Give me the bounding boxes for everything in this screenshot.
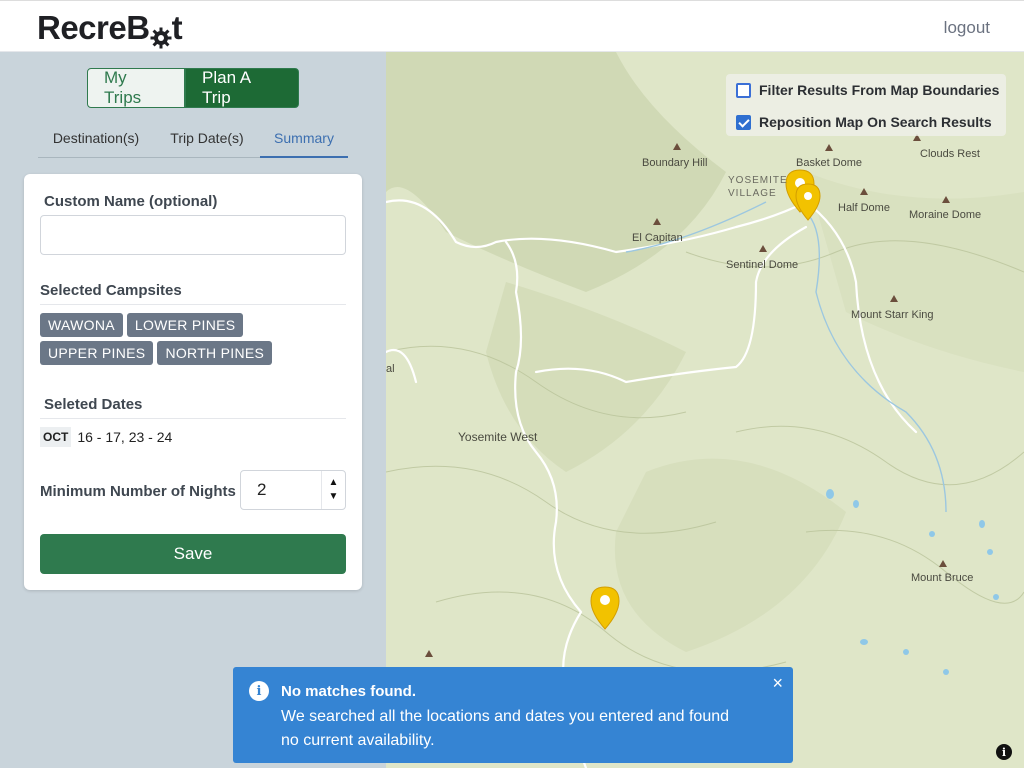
map-label: Yosemite West: [458, 430, 538, 444]
increment-icon[interactable]: ▲: [329, 478, 339, 488]
selected-dates-label: Seleted Dates: [44, 396, 143, 413]
filter-checkbox[interactable]: [736, 82, 751, 98]
map-label: Mount Starr King: [851, 309, 934, 321]
campsite-badge: WAWONA: [40, 313, 123, 337]
min-nights-value[interactable]: 2: [241, 480, 321, 500]
campsite-pin[interactable]: [795, 183, 821, 221]
campsite-badges: WAWONA LOWER PINES UPPER PINES NORTH PIN…: [40, 313, 350, 365]
map-label: Boundary Hill: [642, 157, 708, 169]
map-view[interactable]: Boundary Hill Basket Dome Clouds Rest YO…: [386, 52, 1024, 768]
peak-icon: [942, 196, 950, 203]
map-label: YOSEMITE VILLAGE: [728, 175, 788, 199]
campsite-badge: NORTH PINES: [157, 341, 273, 365]
map-label: Mount Bruce: [911, 572, 974, 584]
peak-icon: [890, 295, 898, 302]
peak-icon: [939, 560, 947, 567]
peak-icon: [759, 245, 767, 252]
brand-text-suffix: t: [171, 9, 183, 46]
campsite-badge: UPPER PINES: [40, 341, 154, 365]
plan-a-trip-button[interactable]: Plan A Trip: [185, 68, 299, 108]
peak-icon: [653, 218, 661, 225]
save-button[interactable]: Save: [40, 534, 346, 574]
divider: [40, 304, 346, 305]
divider: [40, 418, 346, 419]
map-label: Clouds Rest: [920, 148, 980, 160]
brand-text-prefix: RecreB: [37, 9, 150, 46]
map-label: Sentinel Dome: [726, 259, 799, 271]
reposition-checkbox[interactable]: [736, 114, 751, 130]
toast-message: We searched all the locations and dates …: [281, 708, 730, 749]
gear-icon: [150, 19, 172, 49]
summary-card: Custom Name (optional) Selected Campsite…: [24, 174, 362, 590]
tab-trip-dates[interactable]: Trip Date(s): [154, 124, 260, 158]
peak-icon: [860, 188, 868, 195]
logout-link[interactable]: logout: [944, 18, 990, 38]
trip-mode-toggle: My Trips Plan A Trip: [87, 68, 299, 108]
reposition-label: Reposition Map On Search Results: [759, 114, 992, 130]
plan-tabs: Destination(s) Trip Date(s) Summary: [38, 124, 348, 158]
map-label: Moraine Dome: [909, 209, 982, 221]
selected-campsites-label: Selected Campsites: [40, 282, 182, 299]
tab-summary[interactable]: Summary: [260, 124, 348, 158]
campsite-pin[interactable]: [590, 586, 620, 630]
map-label: Half Dome: [838, 202, 890, 214]
custom-name-label: Custom Name (optional): [44, 193, 218, 210]
toast-title: No matches found.: [281, 683, 417, 700]
map-label: El Capitan: [632, 232, 683, 244]
month-badge: OCT: [40, 427, 72, 447]
peak-icon: [425, 650, 433, 657]
my-trips-button[interactable]: My Trips: [87, 68, 185, 108]
stepper-arrows: ▲ ▼: [321, 471, 345, 509]
min-nights-stepper[interactable]: 2 ▲ ▼: [240, 470, 346, 510]
peak-icon: [825, 144, 833, 151]
sidebar: My Trips Plan A Trip Destination(s) Trip…: [0, 52, 386, 768]
custom-name-input[interactable]: [40, 215, 346, 255]
min-nights-label: Minimum Number of Nights: [40, 483, 236, 500]
filter-map-boundaries-option[interactable]: Filter Results From Map Boundaries: [736, 82, 999, 98]
notification-toast: i No matches found. We searched all the …: [233, 667, 793, 763]
app-header: RecreB t logout: [0, 0, 1024, 52]
peak-icon: [673, 143, 681, 150]
map-label: Basket Dome: [796, 157, 863, 169]
campsite-badge: LOWER PINES: [126, 313, 244, 337]
reposition-map-option[interactable]: Reposition Map On Search Results: [736, 114, 992, 130]
date-ranges: 16 - 17, 23 - 24: [77, 429, 173, 445]
decrement-icon[interactable]: ▼: [329, 492, 339, 502]
map-options-panel: Filter Results From Map Boundaries Repos…: [726, 74, 1006, 136]
selected-dates: OCT 16 - 17, 23 - 24: [40, 427, 172, 447]
brand-logo[interactable]: RecreB t: [37, 9, 183, 49]
tab-destinations[interactable]: Destination(s): [38, 124, 154, 158]
close-icon[interactable]: ×: [772, 673, 783, 694]
info-icon: i: [249, 681, 269, 701]
map-attribution-info-icon[interactable]: i: [996, 744, 1012, 760]
filter-label: Filter Results From Map Boundaries: [759, 82, 1000, 98]
map-label: al: [386, 363, 395, 375]
